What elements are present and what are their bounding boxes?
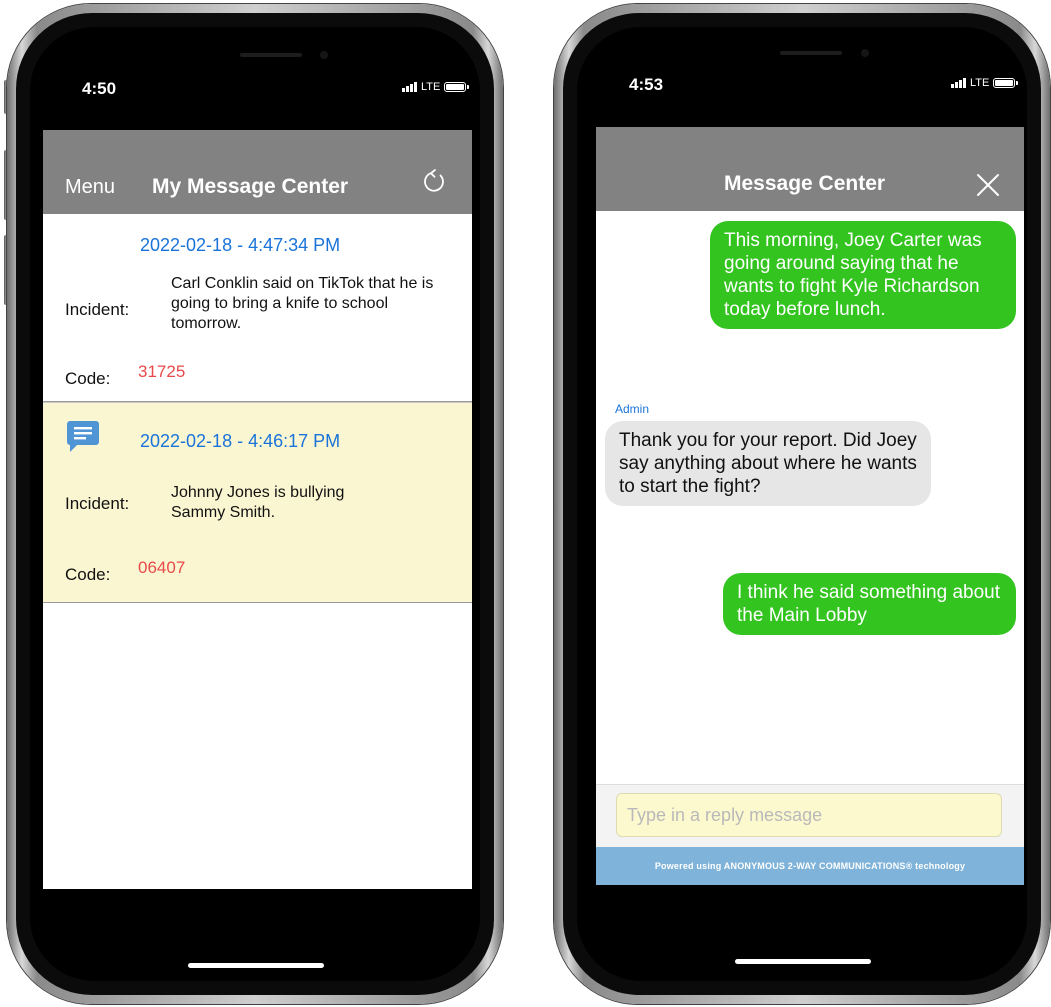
battery-icon bbox=[444, 82, 470, 92]
message-date: 2022-02-18 - 4:46:17 PM bbox=[140, 431, 341, 451]
phone-bezel: 4:53 LTE Message Center This morning, Jo… bbox=[563, 13, 1041, 995]
code-label: Code: bbox=[65, 565, 111, 584]
conversation-thread[interactable]: This morning, Joey Carter was going arou… bbox=[596, 211, 1024, 785]
chat-bubble-icon bbox=[67, 421, 99, 452]
signal-icon bbox=[951, 78, 966, 88]
speaker-grille bbox=[780, 51, 842, 55]
phone-screen: 4:53 LTE Message Center This morning, Jo… bbox=[577, 27, 1027, 981]
outgoing-message-bubble: I think he said something about the Main… bbox=[723, 573, 1016, 635]
status-time: 4:50 bbox=[82, 79, 117, 98]
page-title: Message Center bbox=[724, 172, 886, 195]
network-label: LTE bbox=[970, 77, 990, 89]
message-date: 2022-02-18 - 4:47:34 PM bbox=[140, 235, 341, 255]
home-indicator[interactable] bbox=[188, 963, 324, 968]
signal-icon bbox=[402, 82, 417, 92]
incident-label: Incident: bbox=[65, 494, 130, 513]
message-code: 31725 bbox=[138, 362, 186, 381]
refresh-icon[interactable] bbox=[420, 168, 448, 196]
app-header: Menu My Message Center bbox=[43, 130, 472, 214]
status-indicators: LTE bbox=[402, 81, 470, 93]
app-header: Message Center bbox=[596, 127, 1024, 211]
message-code: 06407 bbox=[138, 558, 186, 577]
network-label: LTE bbox=[421, 81, 441, 93]
powered-by-banner: Powered using ANONYMOUS 2-WAY COMMUNICAT… bbox=[596, 847, 1024, 885]
reply-bar bbox=[596, 784, 1024, 847]
home-indicator[interactable] bbox=[735, 959, 871, 964]
battery-icon bbox=[993, 78, 1019, 88]
left-phone-frame: 4:50 LTE Menu My Message Center 2022-02-… bbox=[7, 4, 503, 1004]
menu-button[interactable]: Menu bbox=[65, 176, 115, 199]
incident-text: Johnny Jones is bullying Sammy Smith. bbox=[171, 484, 345, 521]
incident-label: Incident: bbox=[65, 300, 130, 319]
front-camera bbox=[861, 49, 869, 57]
sender-label: Admin bbox=[615, 402, 650, 416]
phone-screen: 4:50 LTE Menu My Message Center 2022-02-… bbox=[30, 27, 480, 981]
code-label: Code: bbox=[65, 369, 111, 388]
page-title: My Message Center bbox=[152, 175, 349, 198]
status-time: 4:53 bbox=[629, 75, 664, 94]
message-list-item[interactable]: 2022-02-18 - 4:47:34 PM Incident: Carl C… bbox=[43, 214, 472, 402]
conversation-app: Message Center This morning, Joey Carter… bbox=[596, 127, 1024, 885]
incident-text: Carl Conklin said on TikTok that he is g… bbox=[171, 275, 434, 332]
message-center-app: Menu My Message Center 2022-02-18 - 4:47… bbox=[43, 130, 472, 889]
speaker-grille bbox=[240, 53, 302, 57]
close-icon[interactable] bbox=[976, 173, 1000, 197]
status-indicators: LTE bbox=[951, 77, 1019, 89]
reply-input[interactable] bbox=[616, 793, 1002, 837]
outgoing-message-bubble: This morning, Joey Carter was going arou… bbox=[710, 221, 1016, 329]
incoming-message-bubble: Thank you for your report. Did Joey say … bbox=[605, 421, 931, 506]
right-phone-frame: 4:53 LTE Message Center This morning, Jo… bbox=[554, 4, 1050, 1004]
phone-bezel: 4:50 LTE Menu My Message Center 2022-02-… bbox=[16, 13, 494, 995]
message-list-item[interactable]: 2022-02-18 - 4:46:17 PM Incident: Johnny… bbox=[43, 402, 472, 603]
front-camera bbox=[320, 51, 328, 59]
